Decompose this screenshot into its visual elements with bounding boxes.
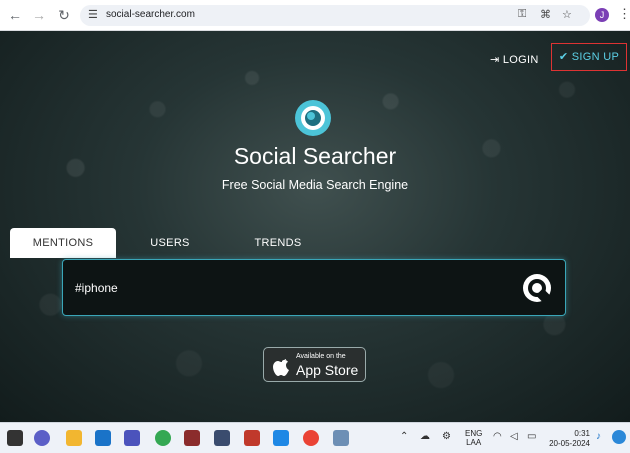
apple-icon	[273, 359, 289, 376]
back-icon[interactable]: ←	[6, 6, 24, 24]
search-input[interactable]	[75, 279, 505, 297]
login-label: LOGIN	[502, 54, 539, 66]
checkmark-icon: ✔	[558, 51, 569, 63]
forward-icon[interactable]: →	[30, 6, 48, 24]
security-shield-icon[interactable]	[273, 430, 289, 446]
translate-icon[interactable]: ⌘	[540, 8, 551, 21]
search-box	[62, 259, 566, 316]
signup-button[interactable]: ✔ SIGN UP	[551, 43, 627, 71]
battery-icon[interactable]: ▭	[527, 431, 536, 442]
chevron-up-icon[interactable]: ⌃	[400, 431, 408, 442]
appstore-big-text: App Store	[296, 362, 359, 378]
chat-icon[interactable]	[34, 430, 50, 446]
windows-taskbar: ⌃ ☁ ⚙ ENG LAA ◠ ◁ ▭ 0:31 20-05-2024 ♪	[0, 422, 630, 453]
winrar-icon[interactable]	[184, 430, 200, 446]
bookmark-star-icon[interactable]: ☆	[562, 8, 572, 21]
teams-icon[interactable]	[124, 430, 140, 446]
file-explorer-icon[interactable]	[66, 430, 82, 446]
clock[interactable]: 0:31 20-05-2024	[548, 429, 590, 449]
mail-icon[interactable]	[95, 430, 111, 446]
lang-line1: ENG	[465, 429, 483, 438]
page-content: ⇥ LOGIN ✔ SIGN UP Social Searcher Free S…	[0, 31, 630, 422]
social-searcher-logo-icon	[295, 100, 331, 136]
start-icon[interactable]	[7, 430, 23, 446]
url-text: social-searcher.com	[106, 9, 195, 20]
login-icon: ⇥	[490, 54, 500, 66]
app-store-badge[interactable]: Available on the App Store	[263, 347, 366, 382]
tab-users[interactable]: USERS	[130, 228, 210, 258]
copilot-icon[interactable]	[612, 430, 626, 444]
browser-toolbar: ← → ↻ ☰ social-searcher.com ⚿ ⌘ ☆ J ⋮	[0, 0, 630, 31]
clock-date: 20-05-2024	[549, 439, 590, 448]
wifi-icon[interactable]: ◠	[493, 431, 502, 442]
site-info-icon[interactable]: ☰	[88, 8, 98, 21]
network-app-icon[interactable]	[333, 430, 349, 446]
address-bar[interactable]: ☰ social-searcher.com ⚿ ⌘ ☆	[80, 5, 590, 26]
login-link[interactable]: ⇥ LOGIN	[490, 53, 539, 66]
password-key-icon[interactable]: ⚿	[518, 8, 526, 21]
clock-time: 0:31	[574, 429, 590, 438]
tagline: Free Social Media Search Engine	[221, 178, 409, 192]
volume-icon[interactable]: ◁	[510, 431, 518, 442]
signup-label: SIGN UP	[571, 51, 620, 63]
browser-menu-icon[interactable]: ⋮	[618, 6, 630, 22]
app-icon[interactable]	[244, 430, 260, 446]
language-indicator[interactable]: ENG LAA	[465, 429, 482, 447]
appstore-small-text: Available on the	[296, 353, 346, 360]
onedrive-icon[interactable]: ☁	[420, 431, 430, 442]
brand-title: Social Searcher	[233, 143, 397, 169]
reload-icon[interactable]: ↻	[55, 6, 73, 24]
tab-mentions[interactable]: MENTIONS	[10, 228, 116, 258]
profile-avatar[interactable]: J	[595, 8, 609, 22]
search-icon[interactable]	[521, 272, 553, 304]
chrome-icon[interactable]	[155, 430, 171, 446]
tab-trends[interactable]: TRENDS	[238, 228, 318, 258]
settings-icon[interactable]: ⚙	[442, 431, 451, 442]
lang-line2: LAA	[466, 438, 482, 447]
notification-bell-icon[interactable]: ♪	[596, 431, 601, 442]
virtualbox-icon[interactable]	[214, 430, 230, 446]
chrome-profile-icon[interactable]	[303, 430, 319, 446]
